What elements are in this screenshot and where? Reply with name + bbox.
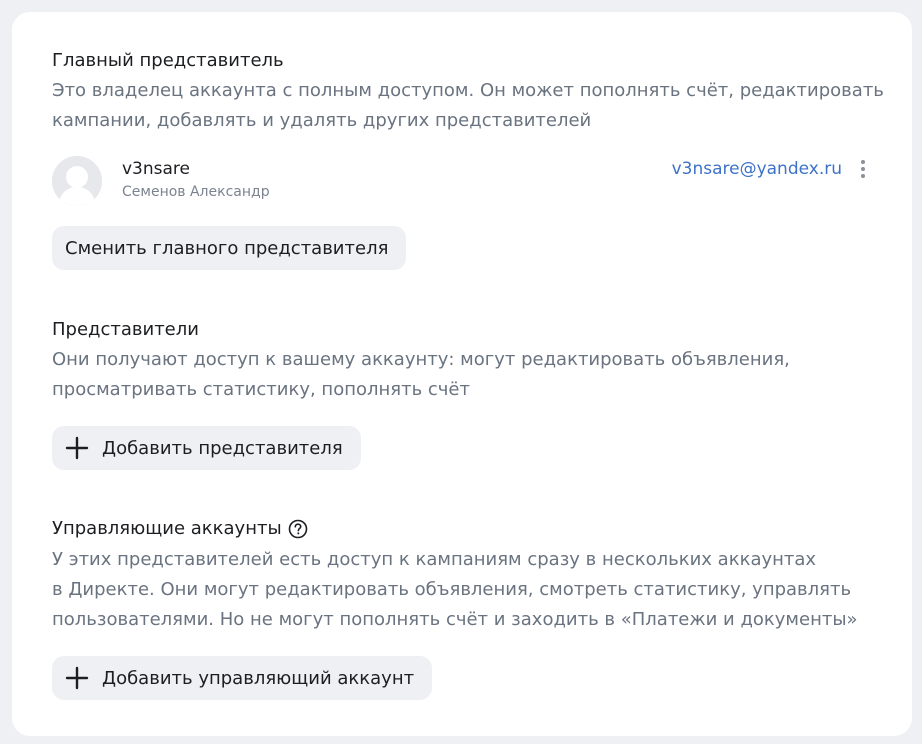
change-main-rep-button[interactable]: Сменить главного представителя	[52, 226, 407, 270]
plus-icon	[65, 666, 89, 690]
reps-title: Представители	[52, 319, 199, 340]
user-silhouette-icon	[52, 156, 102, 206]
more-options-icon[interactable]	[854, 157, 872, 183]
main-rep-title: Главный представитель	[52, 50, 284, 71]
reps-description: Они получают доступ к вашему аккаунту: м…	[52, 349, 790, 400]
user-login: v3nsare	[122, 159, 190, 179]
main-rep-user-row: v3nsare Семенов Александр v3nsare@yandex…	[52, 156, 872, 208]
add-managing-account-button[interactable]: Добавить управляющий аккаунт	[52, 656, 433, 700]
avatar	[52, 156, 102, 206]
user-full-name: Семенов Александр	[122, 184, 270, 200]
settings-card: Главный представитель Это владелец аккау…	[12, 12, 912, 736]
user-email-link[interactable]: v3nsare@yandex.ru	[672, 159, 842, 179]
managing-title: Управляющие аккаунты	[52, 518, 308, 539]
help-icon[interactable]	[288, 519, 308, 539]
managing-description: У этих представителей есть доступ к камп…	[52, 549, 858, 630]
plus-icon	[65, 436, 89, 460]
add-rep-button[interactable]: Добавить представителя	[52, 426, 361, 470]
main-rep-description: Это владелец аккаунта с полным доступом.…	[52, 80, 884, 131]
